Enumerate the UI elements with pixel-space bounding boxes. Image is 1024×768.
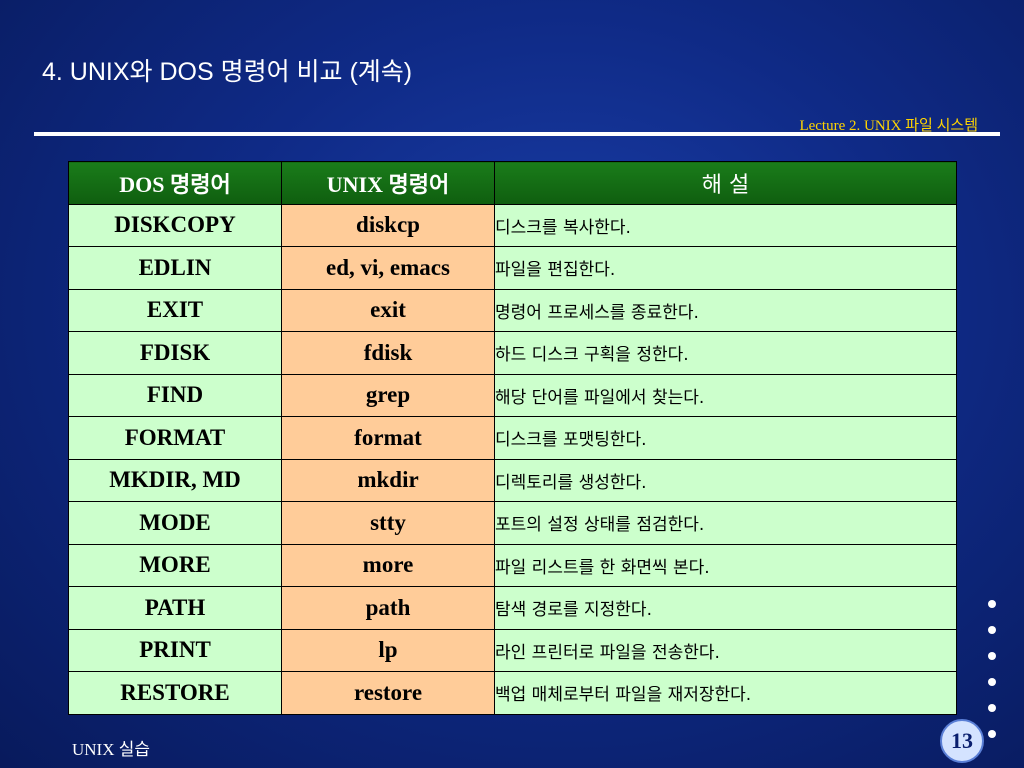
- description-cell: 백업 매체로부터 파일을 재저장한다.: [494, 671, 957, 715]
- unix-command-cell: grep: [281, 373, 495, 417]
- dos-command-cell: EXIT: [68, 288, 282, 332]
- dos-command-cell: MORE: [68, 543, 282, 587]
- table-row: EXIT exit 명령어 프로세스를 종료한다.: [68, 288, 957, 332]
- unix-command-cell: path: [281, 586, 495, 630]
- dos-command-cell: MKDIR, MD: [68, 458, 282, 502]
- table-row: MKDIR, MD mkdir 디렉토리를 생성한다.: [68, 458, 957, 502]
- description-cell: 파일을 편집한다.: [494, 246, 957, 290]
- dos-command-cell: FDISK: [68, 331, 282, 375]
- unix-command-cell: exit: [281, 288, 495, 332]
- unix-command-cell: diskcp: [281, 203, 495, 247]
- dot-icon: [988, 600, 996, 608]
- unix-command-cell: ed, vi, emacs: [281, 246, 495, 290]
- unix-command-cell: lp: [281, 628, 495, 672]
- dos-command-cell: PRINT: [68, 628, 282, 672]
- unix-command-cell: mkdir: [281, 458, 495, 502]
- dos-command-cell: FORMAT: [68, 416, 282, 460]
- description-cell: 라인 프린터로 파일을 전송한다.: [494, 628, 957, 672]
- command-comparison-table: DOS 명령어 UNIX 명령어 해 설 DISKCOPY diskcp 디스크를 …: [68, 161, 957, 715]
- description-cell: 디스크를 복사한다.: [494, 203, 957, 247]
- table-header-row: DOS 명령어 UNIX 명령어 해 설: [68, 161, 957, 205]
- dot-icon: [988, 704, 996, 712]
- unix-command-cell: stty: [281, 501, 495, 545]
- header-description: 해 설: [494, 161, 957, 205]
- unix-command-cell: format: [281, 416, 495, 460]
- table-row: PRINT lp 라인 프린터로 파일을 전송한다.: [68, 628, 957, 672]
- dos-command-cell: FIND: [68, 373, 282, 417]
- description-cell: 하드 디스크 구획을 정한다.: [494, 331, 957, 375]
- header-dos: DOS 명령어: [68, 161, 282, 205]
- dos-command-cell: EDLIN: [68, 246, 282, 290]
- dot-icon: [988, 652, 996, 660]
- title-divider: [34, 132, 1000, 136]
- header-unix: UNIX 명령어: [281, 161, 495, 205]
- description-cell: 디스크를 포맷팅한다.: [494, 416, 957, 460]
- table-row: FDISK fdisk 하드 디스크 구획을 정한다.: [68, 331, 957, 375]
- unix-command-cell: fdisk: [281, 331, 495, 375]
- decorative-dots: [988, 600, 1002, 756]
- table-row: MORE more 파일 리스트를 한 화면씩 본다.: [68, 543, 957, 587]
- description-cell: 파일 리스트를 한 화면씩 본다.: [494, 543, 957, 587]
- table-row: RESTORE restore 백업 매체로부터 파일을 재저장한다.: [68, 671, 957, 715]
- description-cell: 포트의 설정 상태를 점검한다.: [494, 501, 957, 545]
- dot-icon: [988, 678, 996, 686]
- table-row: EDLIN ed, vi, emacs 파일을 편집한다.: [68, 246, 957, 290]
- table-row: FIND grep 해당 단어를 파일에서 찾는다.: [68, 373, 957, 417]
- dos-command-cell: RESTORE: [68, 671, 282, 715]
- dos-command-cell: DISKCOPY: [68, 203, 282, 247]
- table-row: FORMAT format 디스크를 포맷팅한다.: [68, 416, 957, 460]
- description-cell: 디렉토리를 생성한다.: [494, 458, 957, 502]
- dos-command-cell: MODE: [68, 501, 282, 545]
- dot-icon: [988, 626, 996, 634]
- table-row: DISKCOPY diskcp 디스크를 복사한다.: [68, 203, 957, 247]
- dot-icon: [988, 730, 996, 738]
- dos-command-cell: PATH: [68, 586, 282, 630]
- footer-course-label: UNIX 실습: [72, 740, 151, 759]
- unix-command-cell: restore: [281, 671, 495, 715]
- description-cell: 탐색 경로를 지정한다.: [494, 586, 957, 630]
- slide-title: 4. UNIX와 DOS 명령어 비교 (계속): [42, 58, 413, 86]
- description-cell: 명령어 프로세스를 종료한다.: [494, 288, 957, 332]
- unix-command-cell: more: [281, 543, 495, 587]
- description-cell: 해당 단어를 파일에서 찾는다.: [494, 373, 957, 417]
- page-number-badge: 13: [940, 719, 984, 763]
- table-row: PATH path 탐색 경로를 지정한다.: [68, 586, 957, 630]
- table-row: MODE stty 포트의 설정 상태를 점검한다.: [68, 501, 957, 545]
